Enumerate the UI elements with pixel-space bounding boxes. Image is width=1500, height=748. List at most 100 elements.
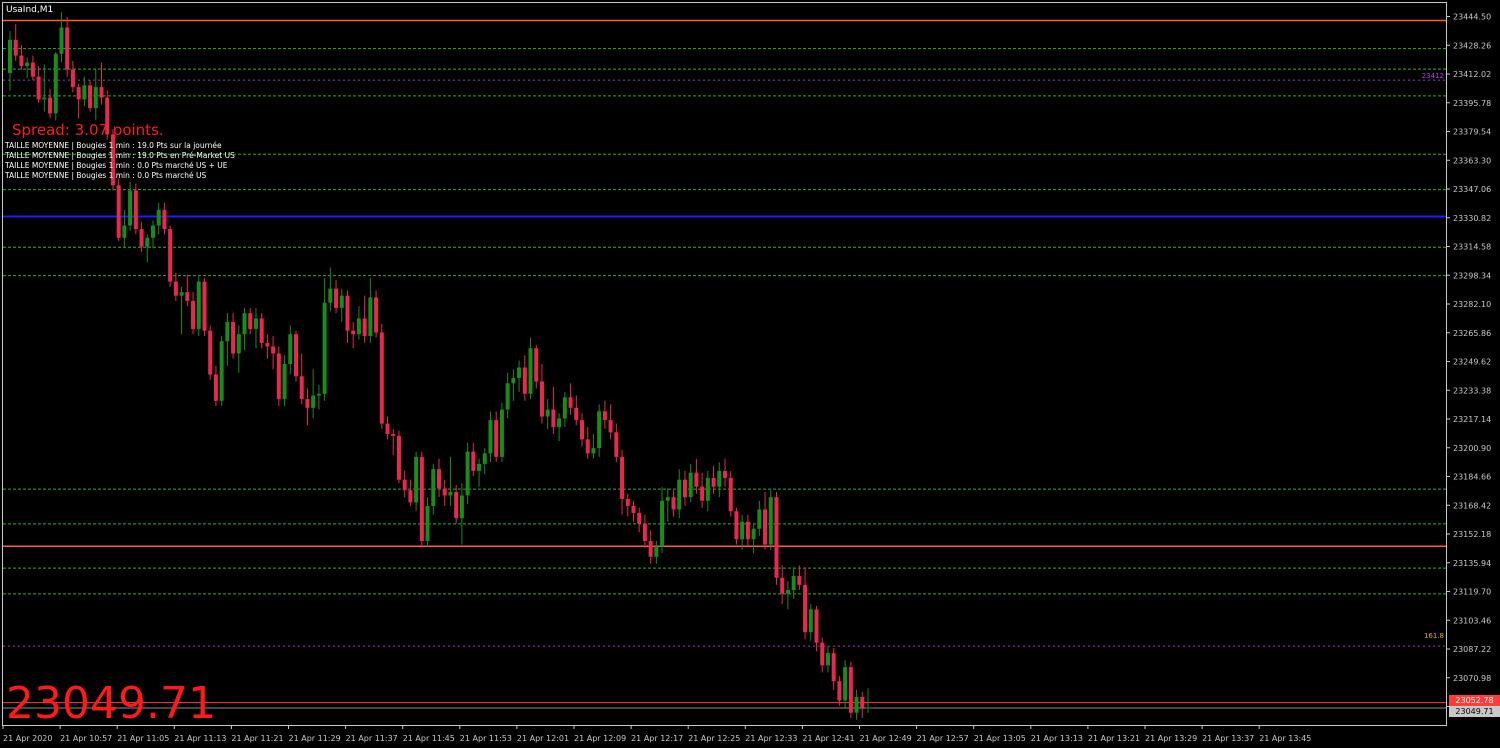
price-tick-label: 23217.14 bbox=[1453, 415, 1491, 424]
candle-body bbox=[271, 346, 276, 354]
candle bbox=[202, 278, 207, 336]
candle-body bbox=[299, 376, 304, 400]
candle-body bbox=[728, 477, 733, 512]
candle-body bbox=[637, 512, 642, 524]
candle bbox=[196, 276, 201, 336]
candle-body bbox=[442, 488, 447, 496]
candle-body bbox=[843, 667, 848, 701]
candle-body bbox=[225, 321, 230, 342]
candle-body bbox=[580, 420, 584, 440]
candle-body bbox=[437, 469, 441, 489]
candle bbox=[499, 402, 504, 463]
candle-body bbox=[173, 281, 178, 296]
time-tick-label: 21 Apr 13:37 bbox=[1202, 734, 1254, 743]
candle-body bbox=[70, 69, 75, 88]
candle-body bbox=[700, 486, 705, 501]
candle-body bbox=[648, 540, 653, 557]
candle-body bbox=[133, 190, 138, 230]
candle-body bbox=[82, 85, 87, 100]
candle bbox=[133, 183, 138, 235]
time-tick-label: 21 Apr 13:13 bbox=[1031, 734, 1083, 743]
price-tick-label: 23087.22 bbox=[1453, 645, 1491, 654]
candle bbox=[208, 325, 213, 380]
time-tick-label: 21 Apr 12:49 bbox=[860, 734, 912, 743]
candle-body bbox=[379, 332, 384, 424]
price-chart[interactable]: 23444.50 23428.26 23412.02 23395.78 23379.54… bbox=[0, 0, 1500, 748]
candle-body bbox=[42, 97, 47, 100]
candle-body bbox=[391, 434, 396, 436]
candle-body bbox=[356, 318, 361, 335]
candle-body bbox=[448, 491, 453, 496]
candle bbox=[843, 660, 848, 708]
candle-body bbox=[574, 407, 579, 421]
time-tick-label: 21 Apr 13:29 bbox=[1145, 734, 1197, 743]
candle-body bbox=[534, 348, 539, 382]
time-tick-label: 21 Apr 12:17 bbox=[631, 734, 683, 743]
candle-body bbox=[602, 411, 607, 421]
candle-body bbox=[13, 39, 18, 56]
time-tick-label: 21 Apr 2020 bbox=[3, 734, 52, 743]
time-tick-label: 21 Apr 11:45 bbox=[403, 734, 455, 743]
candle-body bbox=[671, 497, 676, 510]
candle-body bbox=[620, 456, 625, 499]
candle-body bbox=[88, 85, 93, 109]
candle-body bbox=[334, 288, 339, 308]
candle-body bbox=[854, 696, 859, 713]
candle-body bbox=[213, 374, 218, 401]
candle-body bbox=[522, 367, 527, 394]
chart-background bbox=[0, 0, 1500, 748]
candle-body bbox=[202, 281, 207, 331]
candle-body bbox=[316, 393, 321, 396]
time-tick-label: 21 Apr 12:09 bbox=[574, 734, 626, 743]
candle-body bbox=[517, 367, 522, 379]
candle-body bbox=[425, 505, 430, 541]
big-price-label: 23049.71 bbox=[6, 678, 216, 729]
spread-label: Spread: 3.07 points. bbox=[12, 121, 164, 139]
symbol-title: UsaInd,M1 bbox=[6, 5, 53, 15]
price-tick-label: 23184.66 bbox=[1453, 473, 1491, 482]
candle-body bbox=[48, 97, 53, 114]
candle-body bbox=[597, 411, 602, 449]
candle-body bbox=[25, 62, 30, 67]
candle-body bbox=[488, 420, 493, 454]
candle-body bbox=[65, 27, 70, 70]
candle-body bbox=[168, 229, 173, 282]
candle-body bbox=[288, 334, 293, 364]
candle-body bbox=[139, 229, 144, 247]
candle bbox=[396, 430, 401, 484]
marker-label-upper: 23412 bbox=[1422, 72, 1444, 80]
candle bbox=[294, 330, 298, 382]
candle-body bbox=[408, 490, 413, 503]
candle-body bbox=[145, 237, 150, 247]
candle-body bbox=[345, 295, 350, 331]
candle bbox=[419, 451, 424, 547]
candle-body bbox=[231, 321, 236, 354]
candle-body bbox=[30, 62, 35, 77]
candle-body bbox=[711, 477, 716, 487]
price-tick-label: 23444.50 bbox=[1453, 13, 1491, 22]
candle-body bbox=[751, 528, 756, 540]
price-tick-label: 23135.94 bbox=[1453, 559, 1491, 568]
candle-body bbox=[454, 491, 459, 519]
candle-body bbox=[162, 209, 167, 230]
candle bbox=[379, 323, 384, 429]
candle-body bbox=[562, 397, 567, 419]
candle-body bbox=[814, 609, 819, 643]
price-tick-label: 23395.78 bbox=[1453, 99, 1491, 108]
candle-body bbox=[740, 521, 745, 540]
candle-body bbox=[688, 472, 693, 498]
price-tick-label: 23233.38 bbox=[1453, 386, 1491, 395]
candle-body bbox=[745, 521, 750, 540]
candle-body bbox=[763, 509, 768, 545]
candle bbox=[734, 507, 739, 545]
price-tick-label: 23347.06 bbox=[1453, 185, 1491, 194]
candle-body bbox=[803, 584, 808, 633]
candle-body bbox=[723, 470, 727, 478]
candle-body bbox=[276, 353, 281, 400]
candle-body bbox=[8, 39, 12, 74]
candle-body bbox=[368, 297, 373, 336]
price-tick-label: 23330.82 bbox=[1453, 214, 1491, 223]
time-tick-label: 21 Apr 11:05 bbox=[117, 734, 169, 743]
ask-price-tag: 23052.78 bbox=[1449, 694, 1500, 706]
time-tick-label: 21 Apr 11:13 bbox=[174, 734, 226, 743]
